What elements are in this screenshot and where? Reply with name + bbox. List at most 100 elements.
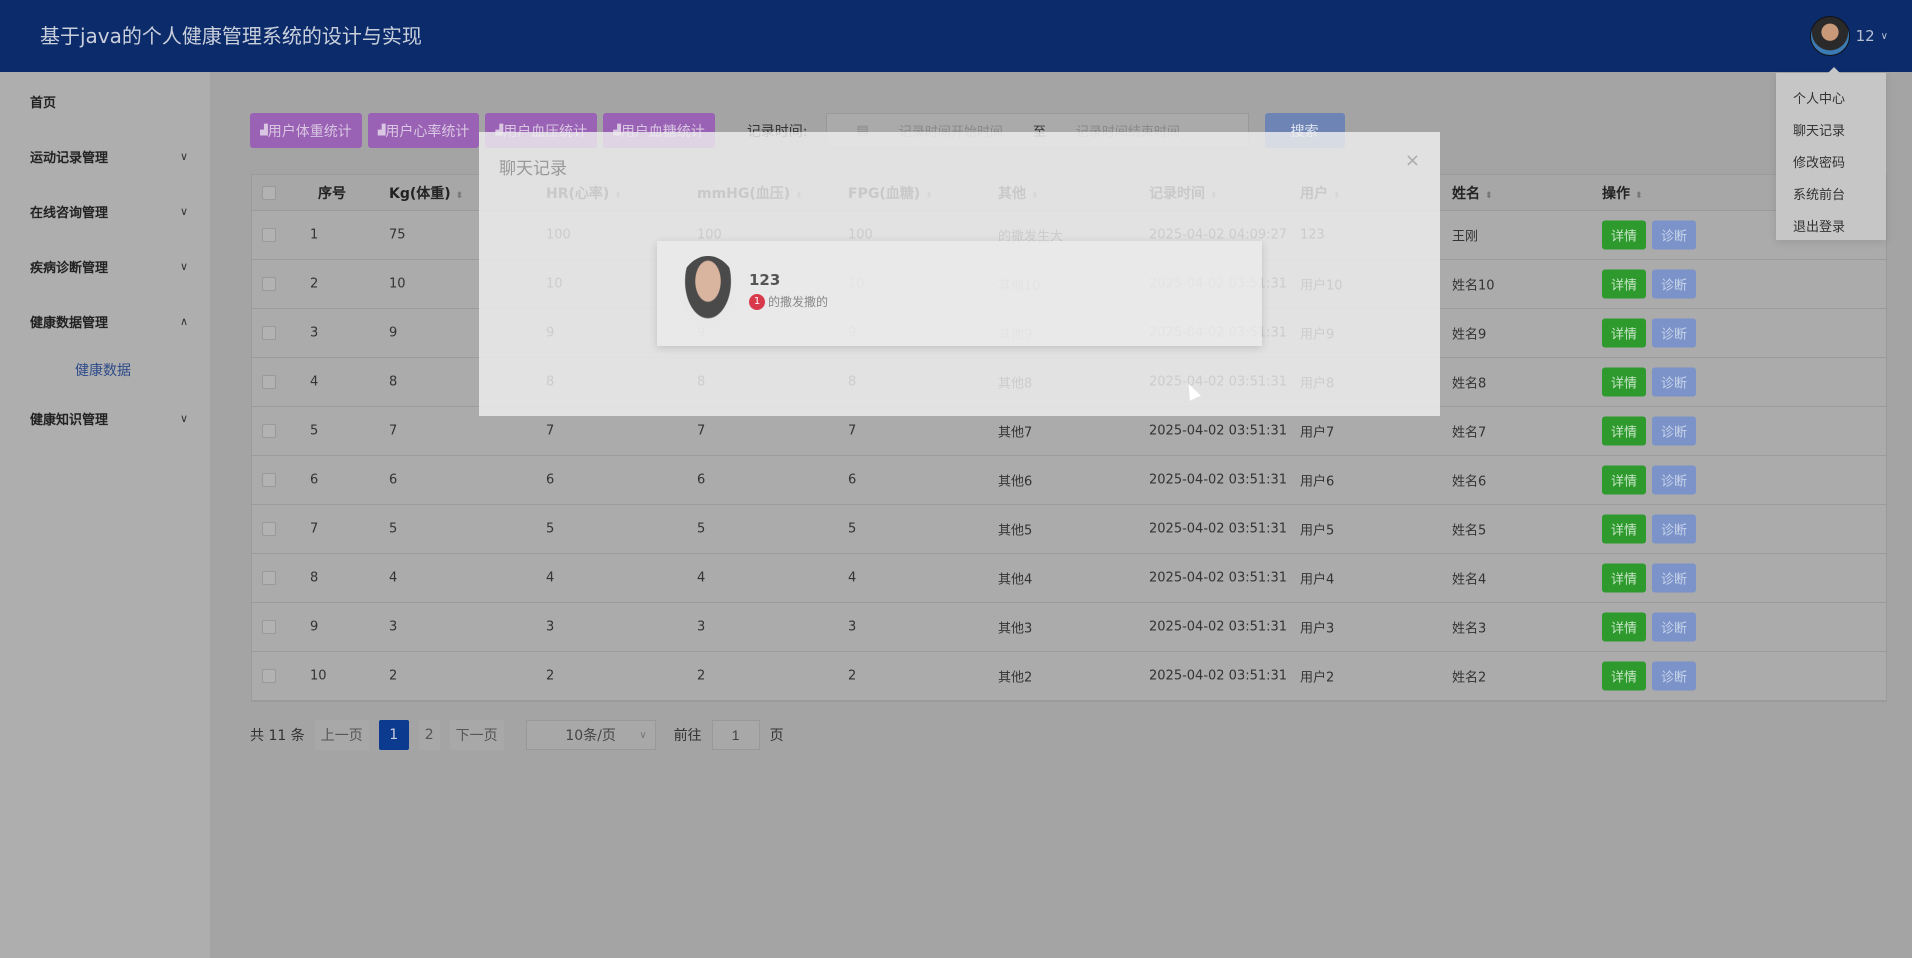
avatar[interactable] [1809,16,1850,56]
row-checkbox[interactable] [262,277,276,291]
detail-button[interactable]: 详情 [1602,465,1646,495]
diagnose-button[interactable]: 诊断 [1652,269,1696,299]
row-checkbox[interactable] [262,620,276,634]
table-cell: 6 [389,472,398,488]
sidebar-item[interactable]: 在线咨询管理 ∨ [0,184,210,239]
chevron-down-icon: ∨ [179,412,188,425]
detail-button[interactable]: 详情 [1602,318,1646,348]
modal-title: 聊天记录 [499,159,567,179]
user-menu-item[interactable]: 个人中心 [1776,81,1886,113]
sidebar-item-label: 健康数据管理 [30,316,109,331]
row-checkbox[interactable] [262,375,276,389]
table-cell: 2 [848,668,857,684]
sidebar-item[interactable]: 健康知识管理 ∨ [0,391,210,446]
table-cell: 9 [310,619,319,635]
sidebar-item[interactable]: 健康数据管理 ∧ [0,294,210,349]
goto-page-input[interactable] [711,720,760,750]
table-cell: 其他2 [998,670,1033,686]
row-checkbox[interactable] [262,522,276,536]
diagnose-button[interactable]: 诊断 [1652,220,1696,250]
stat-button[interactable]: ▟ 用户心率统计 [367,113,480,148]
sort-icon[interactable]: ⬍ [1485,191,1493,201]
row-checkbox[interactable] [262,228,276,242]
prev-page-button[interactable]: 上一页 [314,720,369,750]
page-size-select[interactable]: 10条/页 ∨ [525,720,656,750]
page-1[interactable]: 1 [378,720,409,750]
sidebar-item[interactable]: 首页 [0,74,210,129]
detail-button[interactable]: 详情 [1602,612,1646,642]
table-cell: 3 [697,619,706,635]
row-checkbox[interactable] [262,424,276,438]
column-header[interactable]: 姓名 ⬍ [1452,183,1493,203]
sort-icon[interactable]: ⬍ [456,191,464,201]
diagnose-button[interactable]: 诊断 [1652,367,1696,397]
table-cell: 2025-04-02 03:51:31 [1149,619,1288,635]
chevron-down-icon: ∨ [639,729,647,741]
chevron-down-icon: ∨ [179,150,188,163]
table-cell: 5 [546,521,555,537]
chat-contact-item[interactable]: 123 1 的撒发撒的 [657,241,1262,346]
detail-button[interactable]: 详情 [1602,367,1646,397]
table-cell: 6 [310,472,319,488]
table-cell: 6 [546,472,555,488]
user-menu-item[interactable]: 系统前台 [1776,177,1886,209]
sidebar-item-label: 疾病诊断管理 [30,261,109,276]
close-icon[interactable]: × [1405,150,1420,171]
diagnose-button[interactable]: 诊断 [1652,563,1696,593]
row-checkbox[interactable] [262,669,276,683]
bar-chart-icon: ▟ [260,125,268,136]
row-actions: 详情 诊断 [1602,269,1696,299]
column-header[interactable]: Kg(体重) ⬍ [389,183,463,203]
table-cell: 其他3 [998,621,1033,637]
table-cell: 3 [389,619,398,635]
diagnose-button[interactable]: 诊断 [1652,661,1696,691]
row-checkbox[interactable] [262,571,276,585]
table-cell: 2025-04-02 03:51:31 [1149,570,1288,586]
table-row: 7 5 5 5 5 其他5 2025-04-02 03:51:31 用户5 姓名5 详情 诊断 [252,505,1886,554]
row-checkbox[interactable] [262,326,276,340]
diagnose-button[interactable]: 诊断 [1652,416,1696,446]
next-page-button[interactable]: 下一页 [449,720,504,750]
diagnose-button[interactable]: 诊断 [1652,514,1696,544]
table-cell: 2025-04-02 03:51:31 [1149,472,1288,488]
user-menu-item[interactable]: 聊天记录 [1776,113,1886,145]
table-cell: 9 [389,325,398,341]
user-menu-item[interactable]: 退出登录 [1776,209,1886,241]
diagnose-button[interactable]: 诊断 [1652,612,1696,642]
table-cell: 10 [310,668,327,684]
user-menu-trigger[interactable]: 12 ∨ [1809,16,1888,56]
goto-label: 前往 [673,728,702,744]
chevron-down-icon: ∨ [1880,30,1888,42]
table-cell: 姓名2 [1452,670,1487,686]
detail-button[interactable]: 详情 [1602,269,1646,299]
detail-button[interactable]: 详情 [1602,661,1646,691]
page-2[interactable]: 2 [418,720,440,750]
select-all-checkbox[interactable] [262,185,276,200]
table-cell: 7 [546,423,555,439]
table-cell: 4 [310,374,319,390]
table-cell: 姓名3 [1452,621,1487,637]
user-menu-item[interactable]: 修改密码 [1776,145,1886,177]
sidebar-subitem[interactable]: 健康数据 [0,349,210,391]
last-message: 的撒发撒的 [768,295,829,309]
sidebar-item-label: 在线咨询管理 [30,206,109,221]
column-header-label: 序号 [318,185,346,202]
detail-button[interactable]: 详情 [1602,416,1646,446]
page-suffix: 页 [769,728,784,744]
diagnose-button[interactable]: 诊断 [1652,465,1696,495]
column-header[interactable]: 操作 ⬍ [1602,183,1643,203]
table-cell: 其他7 [998,425,1033,441]
sort-icon[interactable]: ⬍ [1635,191,1643,201]
row-checkbox[interactable] [262,473,276,487]
detail-button[interactable]: 详情 [1602,220,1646,250]
table-cell: 2 [310,276,319,292]
detail-button[interactable]: 详情 [1602,514,1646,544]
table-cell: 姓名7 [1452,425,1487,441]
sidebar-item[interactable]: 运动记录管理 ∨ [0,129,210,184]
column-header[interactable]: 序号 [318,183,346,203]
unread-badge: 1 [749,293,765,310]
stat-button[interactable]: ▟ 用户体重统计 [250,113,362,148]
diagnose-button[interactable]: 诊断 [1652,318,1696,348]
sidebar-item[interactable]: 疾病诊断管理 ∨ [0,239,210,294]
detail-button[interactable]: 详情 [1602,563,1646,593]
